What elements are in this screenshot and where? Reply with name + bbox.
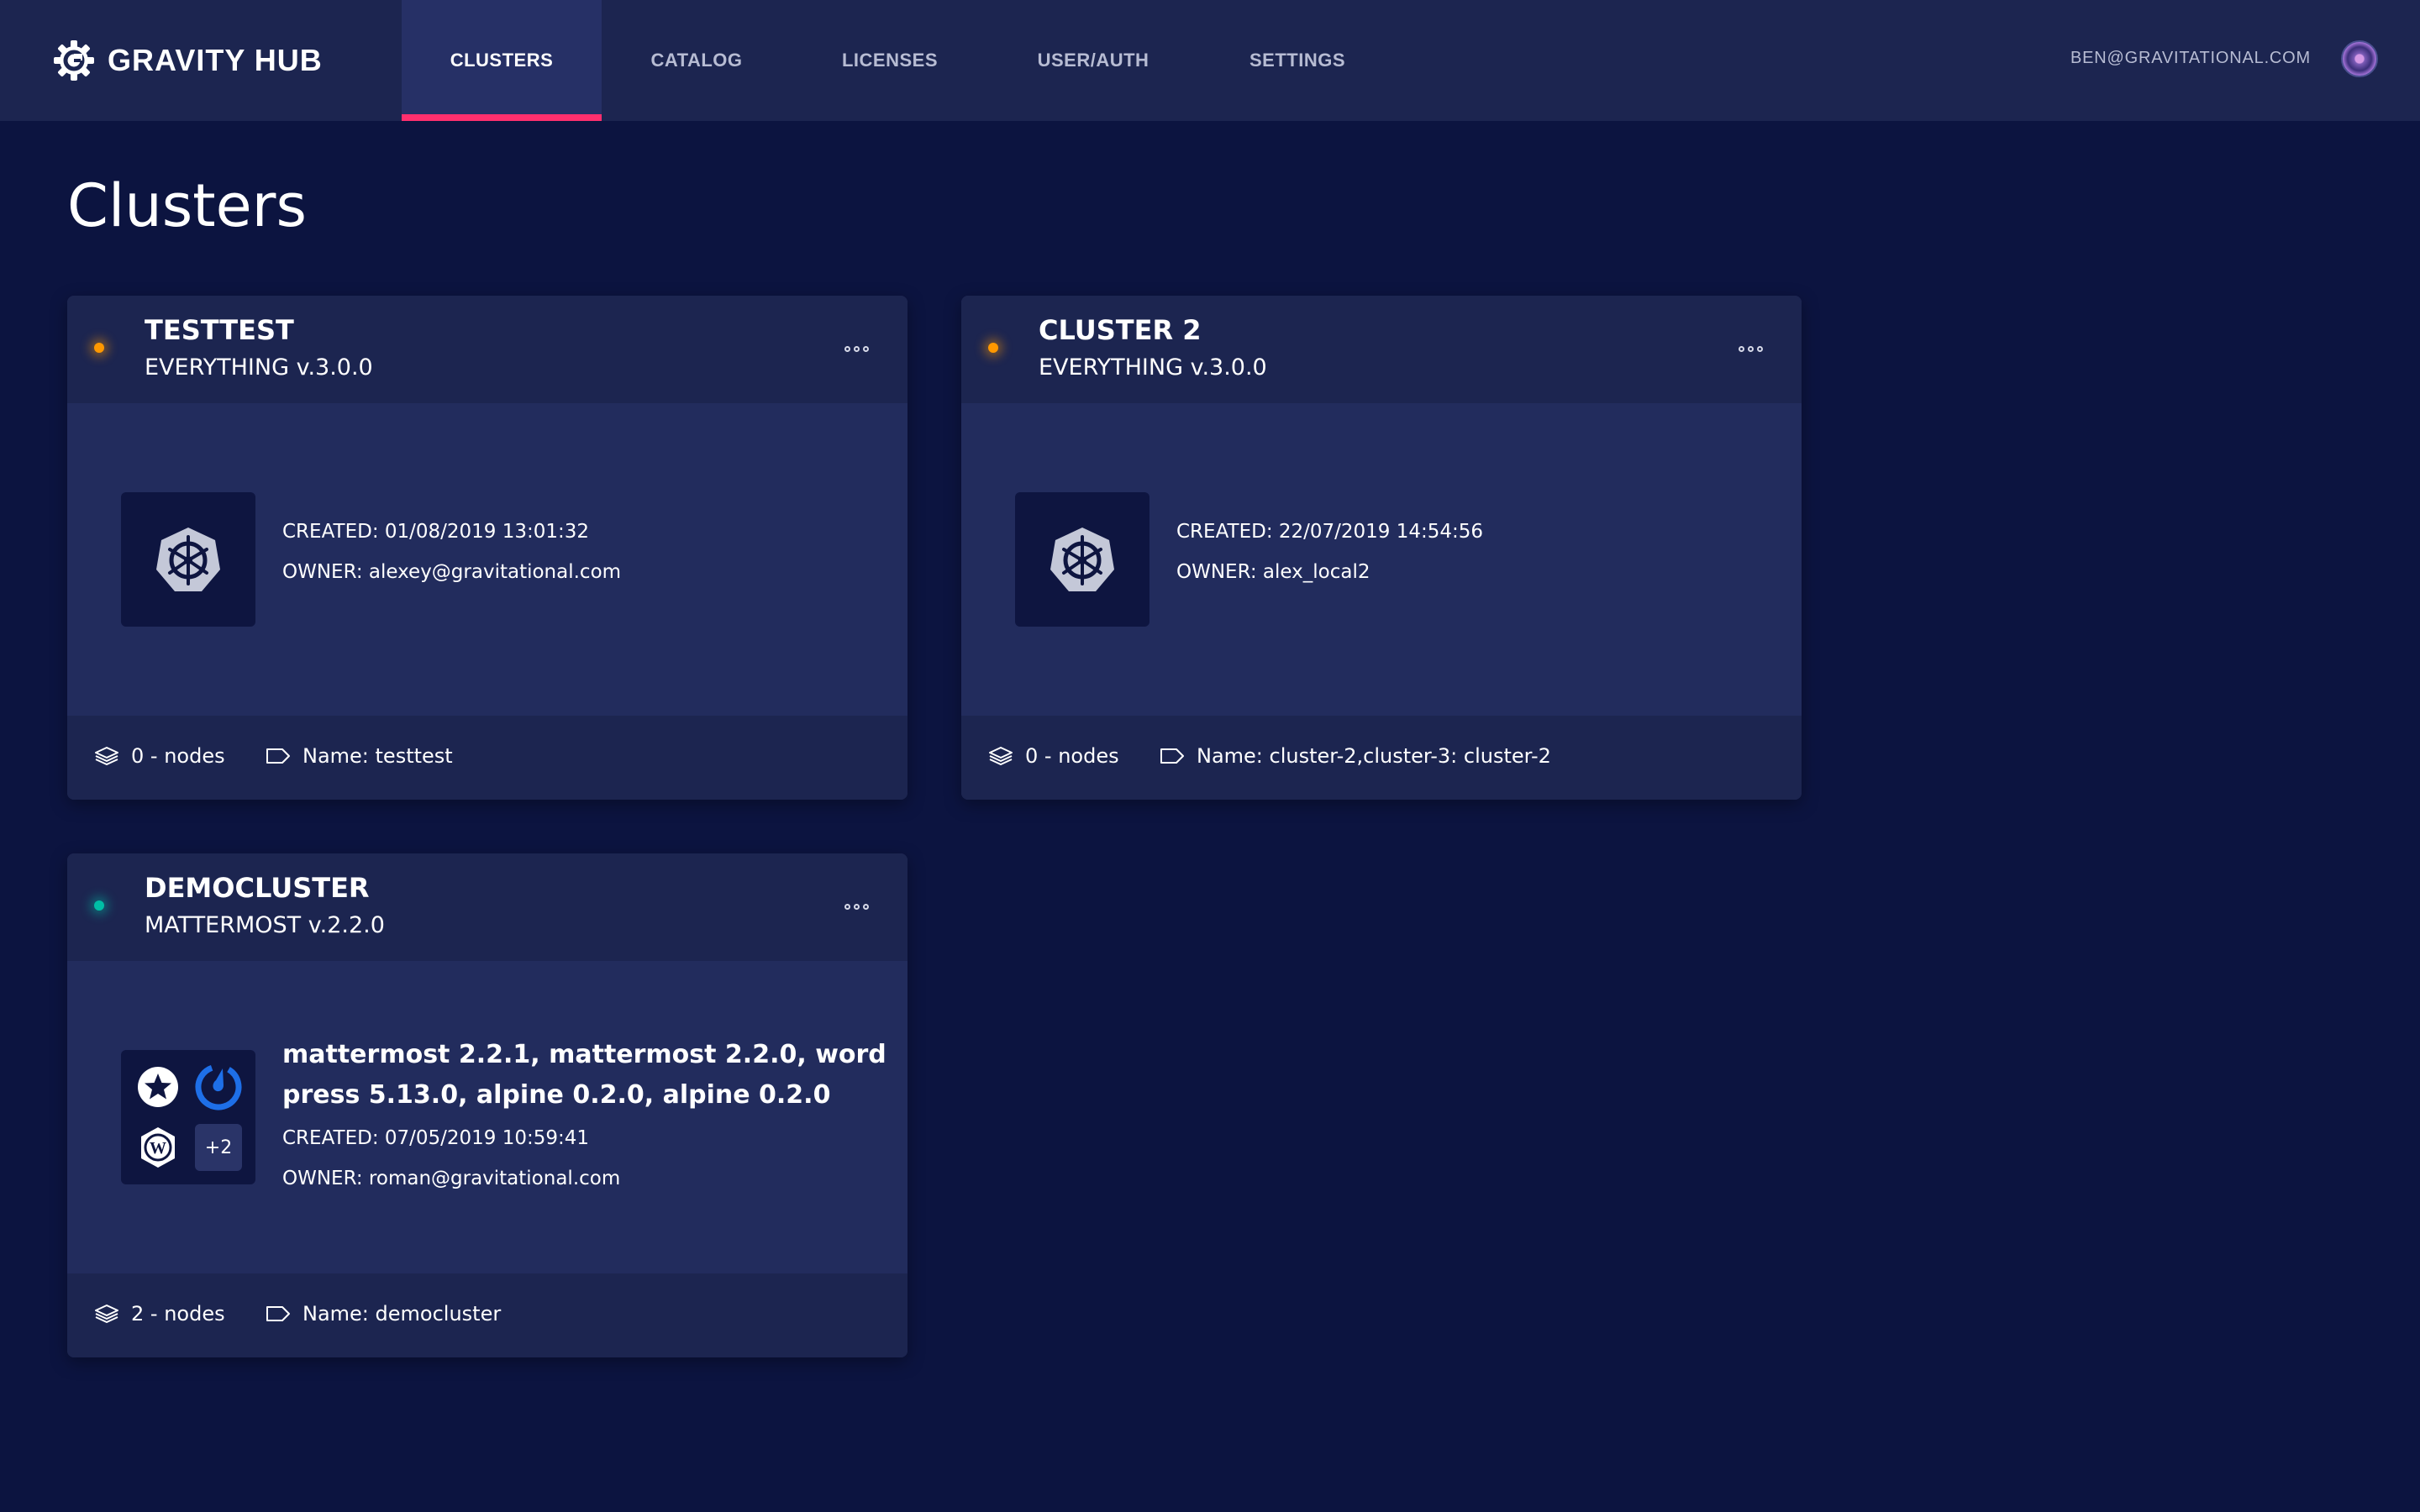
cluster-card-cluster-2[interactable]: CLUSTER 2 EVERYTHING v.3.0.0 CREATED: 22…	[961, 296, 1802, 800]
dot-icon	[854, 346, 860, 352]
dot-icon	[863, 904, 869, 910]
app-logo-tile	[1015, 492, 1150, 627]
star-app-icon	[134, 1063, 182, 1111]
tab-clusters[interactable]: CLUSTERS	[402, 0, 602, 121]
brand[interactable]: GRAVITY HUB	[52, 37, 323, 84]
tab-settings[interactable]: SETTINGS	[1198, 0, 1397, 121]
kubernetes-icon	[156, 528, 220, 591]
node-count-label: 0 - nodes	[1025, 744, 1119, 768]
layers-icon	[95, 1305, 118, 1323]
kubernetes-icon	[1050, 528, 1114, 591]
tag-icon	[266, 1306, 290, 1321]
status-indicator	[94, 900, 104, 911]
dot-icon	[1739, 346, 1744, 352]
created-date: CREATED: 07/05/2019 10:59:41	[282, 1127, 590, 1149]
card-header: TESTTEST EVERYTHING v.3.0.0	[67, 296, 908, 403]
cluster-card-democluster[interactable]: DEMOCLUSTER MATTERMOST v.2.2.0 W +2 matt…	[67, 853, 908, 1357]
cluster-labels: Name: testtest	[266, 744, 453, 768]
node-count: 0 - nodes	[94, 744, 225, 768]
labels-text: Name: cluster-2,cluster-3: cluster-2	[1197, 744, 1551, 768]
tag-icon	[266, 748, 290, 764]
owner: OWNER: roman@gravitational.com	[282, 1168, 621, 1189]
labels-text: Name: testtest	[302, 744, 453, 768]
layers-icon	[989, 747, 1013, 765]
cluster-name[interactable]: DEMOCLUSTER	[145, 872, 370, 904]
cluster-name[interactable]: CLUSTER 2	[1039, 314, 1202, 346]
node-count: 0 - nodes	[988, 744, 1119, 768]
tab-licenses[interactable]: LICENSES	[792, 0, 988, 121]
more-apps-count: +2	[195, 1124, 242, 1171]
mattermost-icon	[194, 1063, 243, 1111]
created-date: CREATED: 01/08/2019 13:01:32	[282, 521, 590, 543]
top-navigation-bar: GRAVITY HUB CLUSTERS CATALOG LICENSES US…	[0, 0, 2420, 121]
cluster-card-testtest[interactable]: TESTTEST EVERYTHING v.3.0.0 CREATED: 01/…	[67, 296, 908, 800]
cluster-labels: Name: democluster	[266, 1302, 501, 1326]
cluster-labels: Name: cluster-2,cluster-3: cluster-2	[1160, 744, 1551, 768]
gear-g-logo-icon	[54, 40, 94, 81]
labels-text: Name: democluster	[302, 1302, 502, 1326]
app-icons-grid: W +2	[134, 1063, 243, 1172]
dot-icon	[1748, 346, 1754, 352]
card-header: DEMOCLUSTER MATTERMOST v.2.2.0	[67, 853, 908, 961]
cluster-info: mattermost 2.2.1, mattermost 2.2.0, word…	[282, 1035, 887, 1208]
more-options-button[interactable]	[841, 900, 872, 913]
cluster-version: EVERYTHING v.3.0.0	[145, 354, 373, 381]
layers-icon	[95, 747, 118, 765]
dot-icon	[1757, 346, 1763, 352]
app-logo-tile	[121, 492, 255, 627]
user-email-menu[interactable]: BEN@GRAVITATIONAL.COM	[2070, 49, 2311, 68]
dot-icon	[863, 346, 869, 352]
created-date: CREATED: 22/07/2019 14:54:56	[1176, 521, 1484, 543]
more-options-button[interactable]	[1735, 343, 1766, 355]
dot-icon	[854, 904, 860, 910]
owner: OWNER: alexey@gravitational.com	[282, 561, 622, 583]
card-footer: 2 - nodes Name: democluster	[67, 1273, 908, 1357]
page-title: Clusters	[67, 171, 307, 240]
cluster-info: CREATED: 01/08/2019 13:01:32 OWNER: alex…	[282, 521, 621, 601]
dot-icon	[844, 346, 850, 352]
status-indicator	[988, 343, 998, 353]
cluster-version: EVERYTHING v.3.0.0	[1039, 354, 1267, 381]
cluster-info: CREATED: 22/07/2019 14:54:56 OWNER: alex…	[1176, 521, 1483, 601]
cluster-version: MATTERMOST v.2.2.0	[145, 912, 385, 938]
card-footer: 0 - nodes Name: testtest	[67, 716, 908, 800]
wordpress-icon: W	[134, 1123, 182, 1172]
avatar-icon[interactable]	[2341, 40, 2378, 77]
cluster-name[interactable]: TESTTEST	[145, 314, 294, 346]
status-indicator	[94, 343, 104, 353]
tab-user-auth[interactable]: USER/AUTH	[988, 0, 1198, 121]
tab-catalog[interactable]: CATALOG	[602, 0, 792, 121]
card-header: CLUSTER 2 EVERYTHING v.3.0.0	[961, 296, 1802, 403]
brand-name: GRAVITY HUB	[108, 43, 323, 77]
owner: OWNER: alex_local2	[1176, 561, 1370, 583]
card-body: CREATED: 01/08/2019 13:01:32 OWNER: alex…	[67, 403, 908, 716]
tag-icon	[1160, 748, 1184, 764]
installed-apps: mattermost 2.2.1, mattermost 2.2.0, word…	[282, 1040, 886, 1110]
more-apps-badge: +2	[194, 1123, 243, 1172]
card-body: CREATED: 22/07/2019 14:54:56 OWNER: alex…	[961, 403, 1802, 716]
node-count: 2 - nodes	[94, 1302, 225, 1326]
card-footer: 0 - nodes Name: cluster-2,cluster-3: clu…	[961, 716, 1802, 800]
svg-text:W: W	[150, 1139, 166, 1158]
app-logo-tile: W +2	[121, 1050, 255, 1184]
dot-icon	[844, 904, 850, 910]
card-body: W +2 mattermost 2.2.1, mattermost 2.2.0,…	[67, 961, 908, 1273]
node-count-label: 2 - nodes	[131, 1302, 225, 1326]
node-count-label: 0 - nodes	[131, 744, 225, 768]
more-options-button[interactable]	[841, 343, 872, 355]
